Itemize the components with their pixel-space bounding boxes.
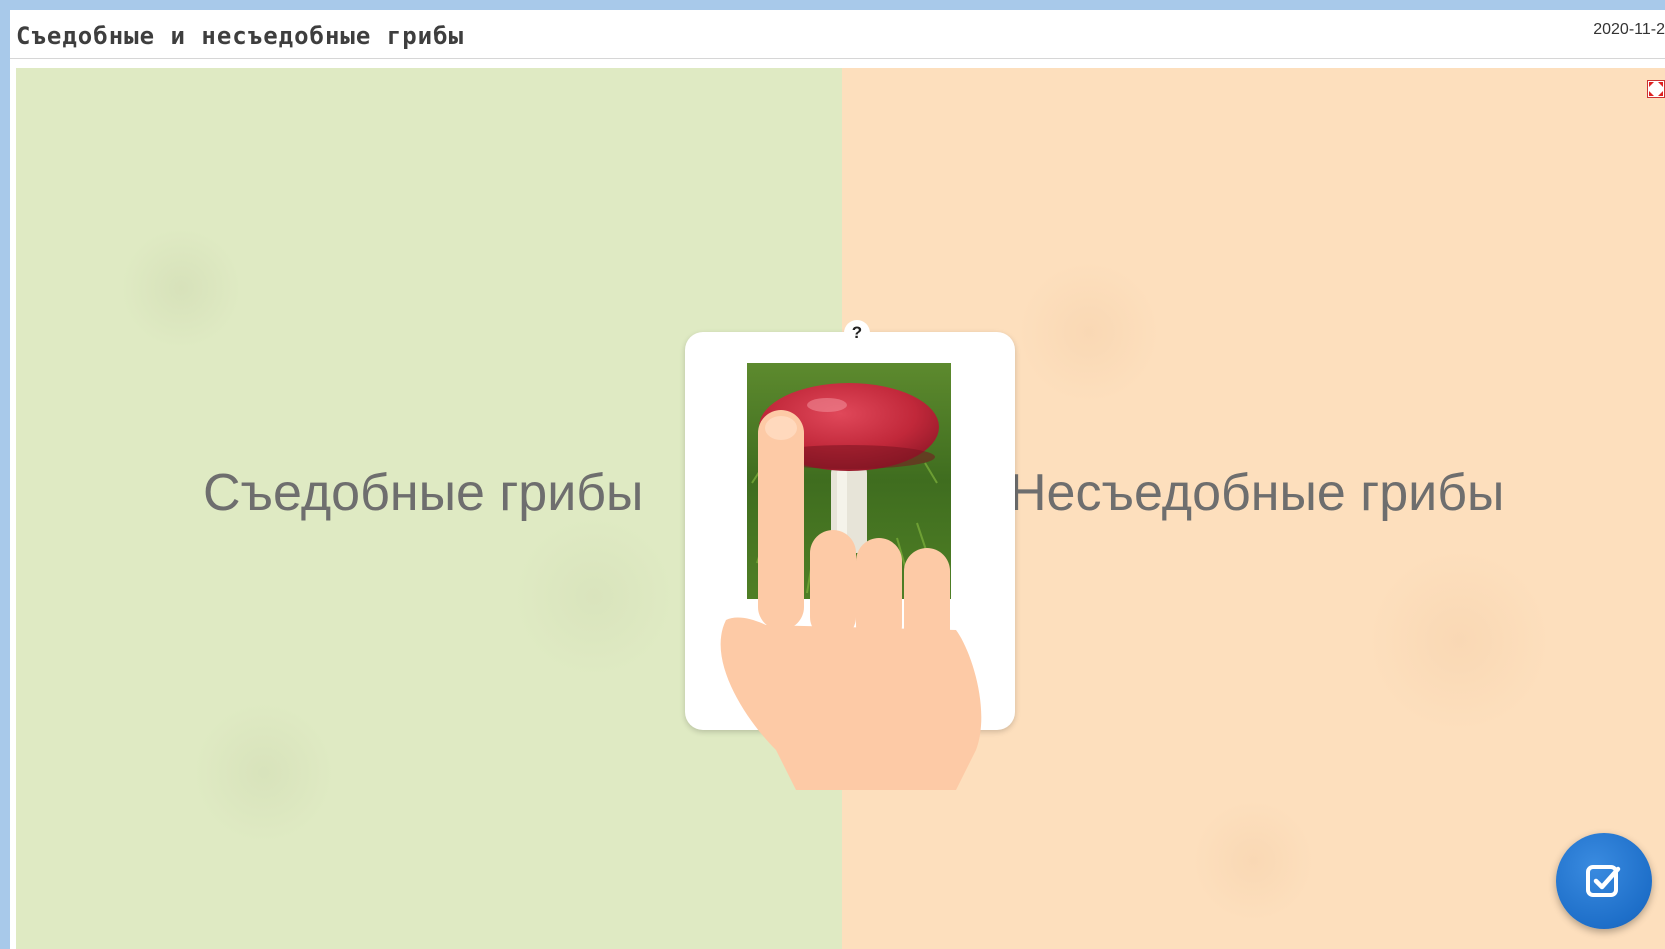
app-frame: Съедобные и несъедобные грибы 2020-11-2 … [0,0,1665,949]
card-hint-badge[interactable]: ? [844,320,870,346]
zone-label-inedible: Несъедобные грибы [1009,464,1505,522]
hand-pointer-icon [706,390,996,790]
date-label: 2020-11-2 [1593,21,1665,38]
fullscreen-icon[interactable] [1647,80,1665,98]
check-answer-button[interactable] [1556,833,1652,929]
check-square-icon [1586,865,1621,897]
app-window: Съедобные и несъедобные грибы 2020-11-2 … [10,10,1665,949]
game-area: Съедобные грибы Несъедобные грибы ? [16,68,1665,949]
title-bar: Съедобные и несъедобные грибы 2020-11-2 [10,10,1665,59]
zone-label-edible: Съедобные грибы [203,464,644,522]
page-title: Съедобные и несъедобные грибы [16,22,465,50]
